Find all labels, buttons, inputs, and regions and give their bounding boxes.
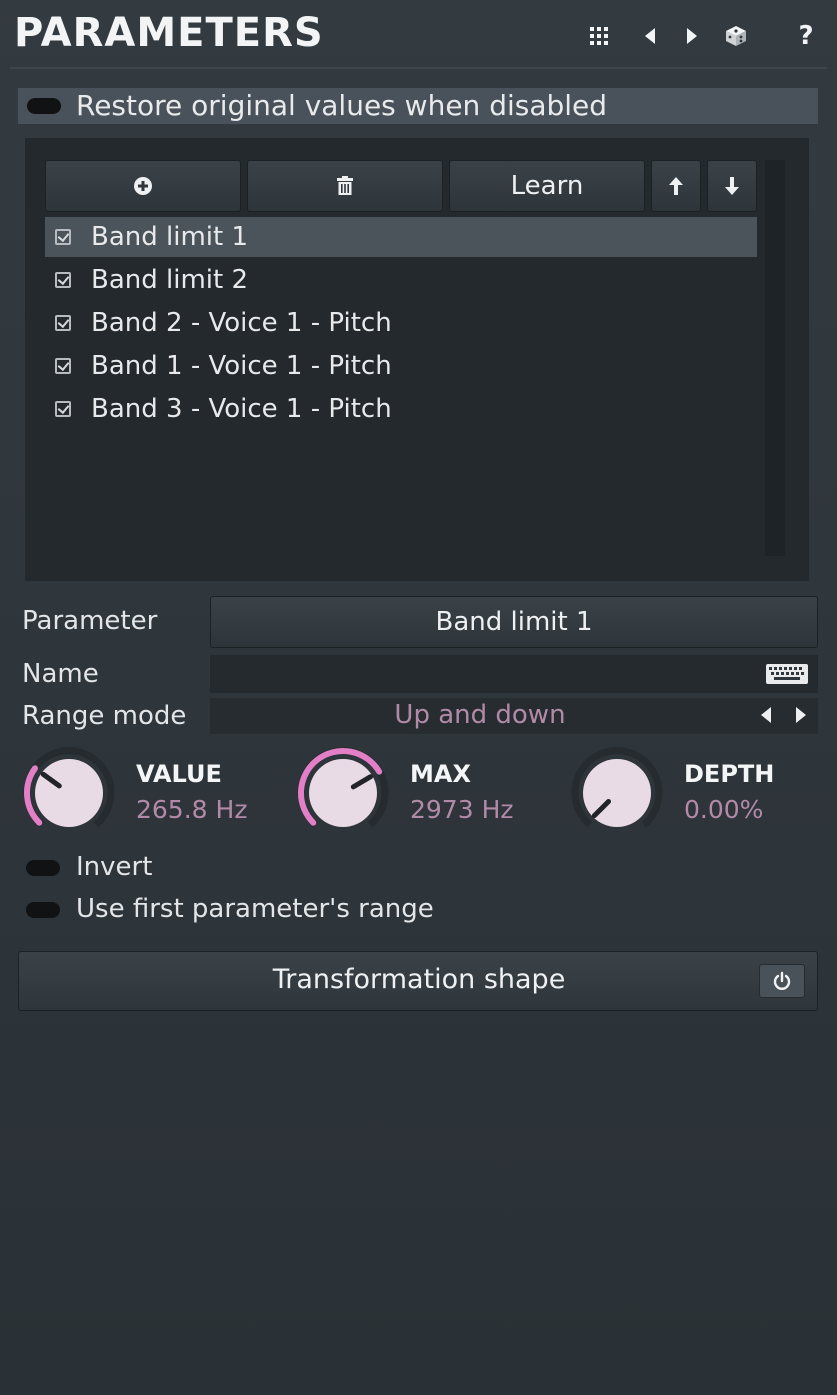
value-knob-title: VALUE xyxy=(136,760,222,788)
trash-icon xyxy=(337,176,353,195)
transformation-shape-button[interactable]: Transformation shape xyxy=(18,951,818,1011)
plus-circle-icon xyxy=(134,177,152,195)
prev-icon[interactable] xyxy=(636,22,664,50)
checkbox-icon[interactable] xyxy=(55,401,71,417)
list-item[interactable]: Band 2 - Voice 1 - Pitch xyxy=(45,303,757,343)
add-parameter-button[interactable] xyxy=(45,160,241,212)
knob-dial xyxy=(297,747,389,828)
learn-button[interactable]: Learn xyxy=(449,160,645,212)
invert-label: Invert xyxy=(76,852,153,882)
delete-parameter-button[interactable] xyxy=(247,160,443,212)
first-range-toggle[interactable] xyxy=(26,902,60,918)
move-down-button[interactable] xyxy=(707,160,757,212)
page-title: PARAMETERS xyxy=(14,10,324,56)
list-item-label: Band 1 - Voice 1 - Pitch xyxy=(91,351,392,381)
arrow-up-icon xyxy=(669,177,683,195)
dice-icon[interactable] xyxy=(722,22,750,50)
header-divider xyxy=(10,67,827,69)
list-item[interactable]: Band limit 2 xyxy=(45,260,757,300)
list-scrollbar[interactable] xyxy=(765,160,785,556)
keyboard-icon[interactable] xyxy=(766,664,808,684)
parameter-list-panel: Learn Band limit 1 Band limit 2 Band 2 -… xyxy=(25,138,809,581)
range-mode-label: Range mode xyxy=(22,701,187,731)
parameter-select-button[interactable]: Band limit 1 xyxy=(210,596,818,648)
range-next-icon[interactable] xyxy=(796,707,806,723)
list-item-label: Band limit 2 xyxy=(91,265,249,295)
parameter-label: Parameter xyxy=(22,606,158,636)
list-item-label: Band limit 1 xyxy=(91,222,249,252)
list-item-label: Band 3 - Voice 1 - Pitch xyxy=(91,394,392,424)
move-up-button[interactable] xyxy=(651,160,701,212)
range-mode-value: Up and down xyxy=(394,700,566,730)
help-icon[interactable]: ? xyxy=(792,21,820,51)
value-knob[interactable] xyxy=(14,738,124,848)
list-item[interactable]: Band 3 - Voice 1 - Pitch xyxy=(45,389,757,429)
list-item-label: Band 2 - Voice 1 - Pitch xyxy=(91,308,392,338)
knob-dial xyxy=(571,747,663,828)
first-range-label: Use first parameter's range xyxy=(76,894,434,924)
max-knob[interactable] xyxy=(288,738,398,848)
restore-toggle[interactable] xyxy=(27,98,61,114)
restore-original-row[interactable]: Restore original values when disabled xyxy=(18,88,818,124)
range-prev-icon[interactable] xyxy=(761,707,771,723)
header: PARAMETERS ? xyxy=(0,0,837,70)
knob-dial xyxy=(23,747,115,828)
depth-knob-readout: 0.00% xyxy=(684,795,764,824)
checkbox-icon[interactable] xyxy=(55,229,71,245)
transformation-shape-label: Transformation shape xyxy=(272,964,566,995)
checkbox-icon[interactable] xyxy=(55,358,71,374)
value-knob-readout: 265.8 Hz xyxy=(136,795,248,824)
name-label: Name xyxy=(22,659,99,689)
range-mode-select[interactable]: Up and down xyxy=(210,698,818,734)
checkbox-icon[interactable] xyxy=(55,315,71,331)
list-item[interactable]: Band limit 1 xyxy=(45,217,757,257)
power-icon xyxy=(773,971,791,990)
depth-knob[interactable] xyxy=(562,738,672,848)
checkbox-icon[interactable] xyxy=(55,272,71,288)
grid-icon[interactable] xyxy=(585,22,613,50)
name-field[interactable] xyxy=(210,655,818,693)
max-knob-readout: 2973 Hz xyxy=(410,795,514,824)
invert-toggle[interactable] xyxy=(26,860,60,876)
next-icon[interactable] xyxy=(678,22,706,50)
power-button[interactable] xyxy=(759,964,805,998)
list-item[interactable]: Band 1 - Voice 1 - Pitch xyxy=(45,346,757,386)
max-knob-title: MAX xyxy=(410,760,471,788)
restore-label: Restore original values when disabled xyxy=(76,89,608,122)
depth-knob-title: DEPTH xyxy=(684,760,775,788)
arrow-down-icon xyxy=(725,177,739,195)
